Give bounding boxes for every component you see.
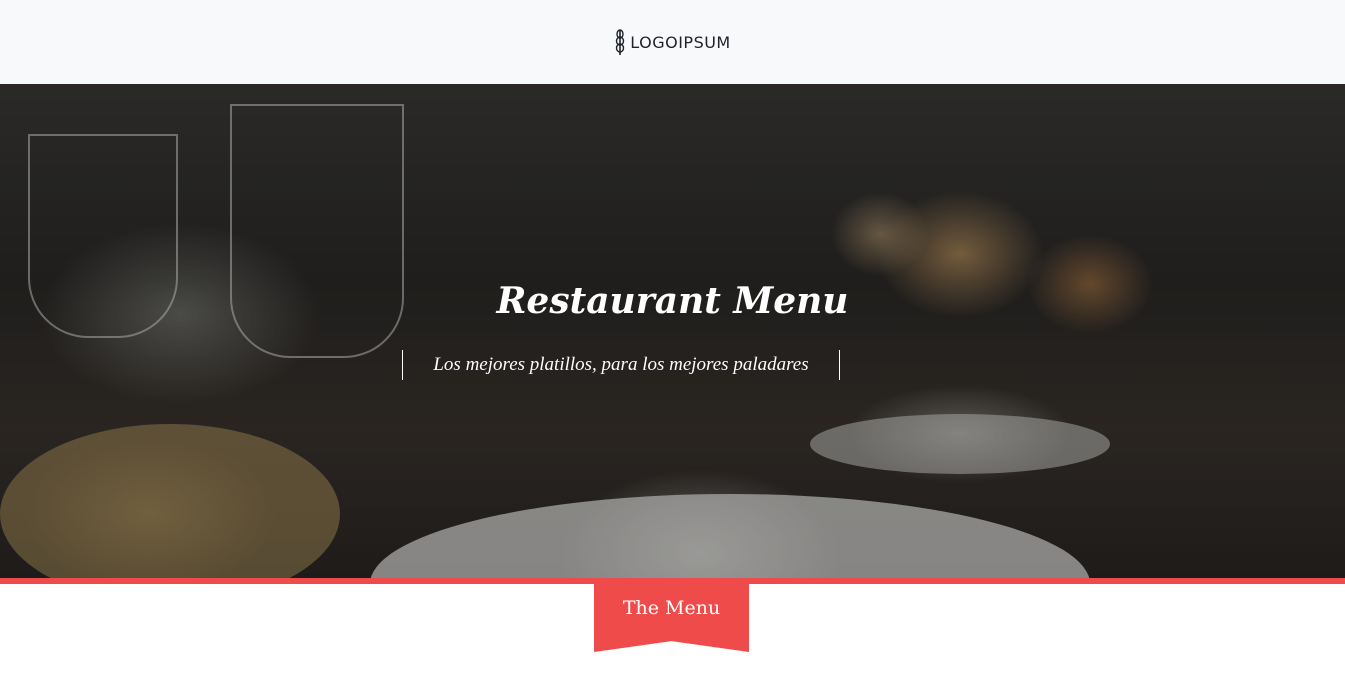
top-header: LOGOIPSUM — [0, 0, 1345, 84]
ribbon-label: The Menu — [622, 597, 721, 619]
section-divider — [0, 578, 1345, 584]
hero-banner: Restaurant Menu Los mejores platillos, p… — [0, 84, 1345, 578]
hero-overlay — [0, 84, 1345, 578]
wheat-icon — [614, 28, 626, 56]
hero-title: Restaurant Menu — [496, 280, 849, 322]
logo-text: LOGOIPSUM — [630, 32, 731, 52]
hero-subtitle-box: Los mejores platillos, para los mejores … — [402, 350, 840, 380]
hero-subtitle: Los mejores platillos, para los mejores … — [433, 354, 809, 375]
the-menu-ribbon[interactable]: The Menu — [594, 584, 749, 652]
logo-link[interactable]: LOGOIPSUM — [614, 28, 730, 56]
